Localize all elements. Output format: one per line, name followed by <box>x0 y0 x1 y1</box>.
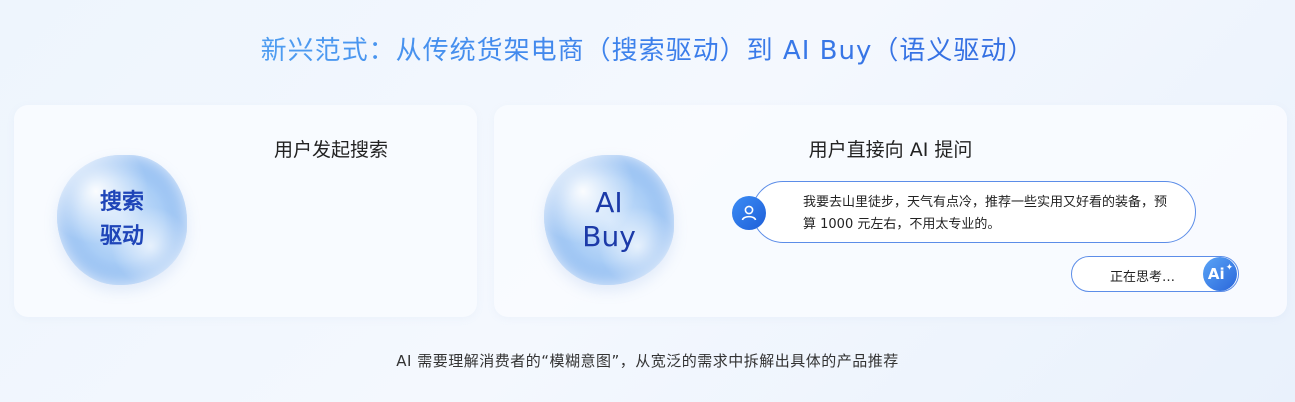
search-driven-label: 搜索 驱动 <box>99 190 144 249</box>
search-panel-heading: 用户发起搜索 <box>274 139 389 161</box>
ai-avatar-label: Ai <box>1207 265 1225 283</box>
user-message-text: 我要去山里徒步，天气有点冷，推荐一些实用又好看的装备，预算 1000 元左右，不… <box>803 195 1168 232</box>
thinking-status: 正在思考… <box>1110 270 1176 285</box>
user-icon <box>732 196 766 230</box>
user-message-bubble: 我要去山里徒步，天气有点冷，推荐一些实用又好看的装备，预算 1000 元左右，不… <box>752 181 1196 243</box>
search-driven-blob: 搜索 驱动 <box>57 155 187 285</box>
footer-caption: AI 需要理解消费者的“模糊意图”，从宽泛的需求中拆解出具体的产品推荐 <box>396 352 899 370</box>
search-driven-panel: 搜索 驱动 用户发起搜索 <box>14 105 477 317</box>
ai-buy-panel: AI Buy 用户直接向 AI 提问 我要去山里徒步，天气有点冷，推荐一些实用又… <box>494 105 1287 317</box>
sparkle-icon: ✦ <box>1225 263 1234 273</box>
page-title: 新兴范式：从传统货架电商（搜索驱动）到 AI Buy（语义驱动） <box>0 30 1295 67</box>
ai-avatar-icon: Ai ✦ <box>1203 257 1237 291</box>
ai-panel-heading: 用户直接向 AI 提问 <box>808 139 973 161</box>
ai-buy-label: AI Buy <box>582 186 636 253</box>
ai-buy-blob: AI Buy <box>544 155 674 285</box>
